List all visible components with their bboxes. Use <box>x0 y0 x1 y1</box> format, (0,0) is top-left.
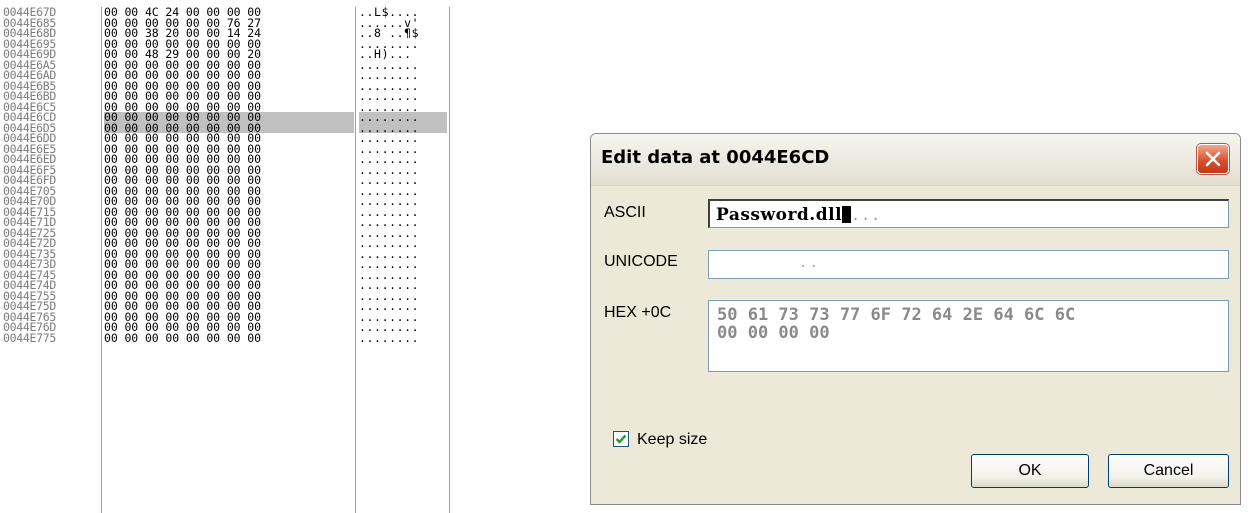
address-cell: 0044E775 <box>3 330 56 345</box>
hex-input[interactable]: 50 61 73 73 77 6F 72 64 2E 64 6C 6C 00 0… <box>708 300 1229 372</box>
checkmark-icon <box>615 434 627 444</box>
unicode-input[interactable]: .. <box>708 250 1229 279</box>
ascii-input[interactable]: Password.dll... <box>708 199 1229 228</box>
unicode-value: .. <box>799 256 821 271</box>
hex-dump-rows: 0044E67D 00 00 4C 24 00 00 00 00 ..L$.... 0… <box>0 7 449 343</box>
text-cursor <box>842 206 852 223</box>
keep-size-label: Keep size <box>637 431 708 448</box>
hex-value: 50 61 73 73 77 6F 72 64 2E 64 6C 6C 00 0… <box>717 305 1076 343</box>
keep-size-checkbox[interactable] <box>613 431 629 447</box>
hex-dump-pane[interactable]: 0044E67D 00 00 4C 24 00 00 00 00 ..L$.... 0… <box>0 7 450 513</box>
ascii-trailing-bytes: ... <box>851 206 882 224</box>
dialog-titlebar[interactable]: Edit data at 0044E6CD <box>591 134 1240 186</box>
close-button[interactable] <box>1197 144 1229 174</box>
dump-row[interactable]: 0044E775 00 00 00 00 00 00 00 00........ <box>0 330 449 345</box>
hex-label: HEX +0C <box>604 304 672 321</box>
ok-button[interactable]: OK <box>971 454 1089 488</box>
edit-data-dialog: Edit data at 0044E6CD ASCII Password.dll… <box>590 133 1241 505</box>
ascii-cell: ........ <box>359 330 420 345</box>
ascii-label: ASCII <box>604 204 646 221</box>
hex-bytes-cell: 00 00 00 00 00 00 00 00 <box>104 330 261 345</box>
cancel-button[interactable]: Cancel <box>1108 454 1229 488</box>
ascii-value: Password.dll <box>716 205 843 225</box>
unicode-label: UNICODE <box>604 253 678 270</box>
close-icon <box>1205 151 1221 167</box>
dialog-title: Edit data at 0044E6CD <box>601 147 830 168</box>
